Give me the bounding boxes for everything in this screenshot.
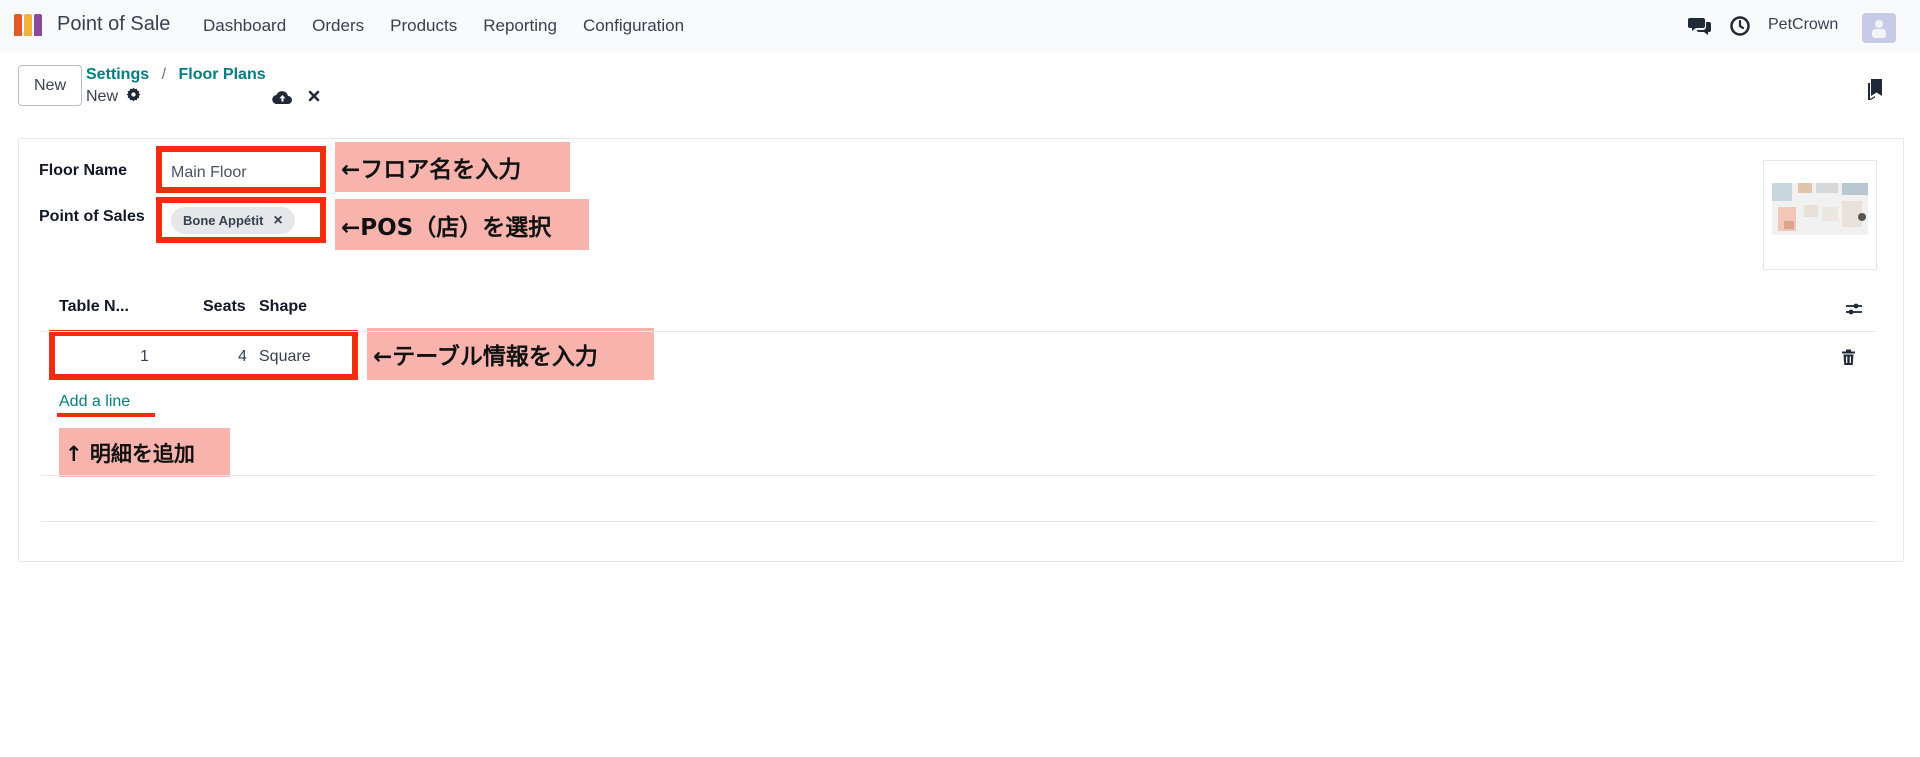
chat-icon[interactable] bbox=[1688, 15, 1712, 42]
annotation-box-table-row bbox=[49, 330, 358, 380]
breadcrumb-floor-plans[interactable]: Floor Plans bbox=[178, 66, 265, 83]
close-icon[interactable] bbox=[307, 89, 321, 108]
menu-configuration[interactable]: Configuration bbox=[583, 16, 684, 36]
floor-plan-image[interactable] bbox=[1763, 160, 1877, 270]
top-navbar: Point of Sale Dashboard Orders Products … bbox=[0, 0, 1920, 52]
cloud-upload-icon[interactable] bbox=[272, 89, 293, 110]
annotation-table-info: ←テーブル情報を入力 bbox=[367, 328, 654, 380]
breadcrumb-separator: / bbox=[161, 66, 167, 83]
column-settings-icon[interactable] bbox=[1845, 301, 1863, 322]
annotation-floor-name: ←フロア名を入力 bbox=[335, 142, 570, 192]
new-button[interactable]: New bbox=[18, 65, 82, 106]
bookmark-icon[interactable] bbox=[1866, 78, 1884, 105]
table-number-cell[interactable]: 1 bbox=[140, 348, 149, 366]
annotation-add-line: ↑ 明細を追加 bbox=[59, 428, 230, 477]
breadcrumb: Settings / Floor Plans bbox=[86, 66, 266, 84]
menu-dashboard[interactable]: Dashboard bbox=[203, 16, 286, 36]
annotation-underline-add-line bbox=[57, 413, 155, 417]
clock-icon[interactable] bbox=[1729, 15, 1751, 42]
trash-icon[interactable] bbox=[1841, 349, 1856, 371]
main-menu: Dashboard Orders Products Reporting Conf… bbox=[203, 16, 710, 36]
annotation-box-pos bbox=[156, 197, 326, 243]
record-title-text: New bbox=[86, 88, 119, 105]
list-footer-divider bbox=[41, 475, 1875, 476]
annotation-box-floor-name bbox=[156, 146, 326, 193]
pos-label: Point of Sales bbox=[39, 208, 145, 225]
menu-reporting[interactable]: Reporting bbox=[483, 16, 557, 36]
gear-icon[interactable] bbox=[126, 87, 141, 107]
breadcrumb-settings[interactable]: Settings bbox=[86, 66, 149, 83]
app-name[interactable]: Point of Sale bbox=[57, 13, 170, 36]
column-header-table-number[interactable]: Table N... bbox=[59, 298, 129, 316]
record-title: New bbox=[86, 87, 141, 107]
pos-app-logo[interactable] bbox=[14, 14, 42, 36]
menu-products[interactable]: Products bbox=[390, 16, 457, 36]
floor-name-label: Floor Name bbox=[39, 162, 128, 179]
list-header-divider bbox=[41, 331, 1875, 332]
user-avatar[interactable] bbox=[1862, 13, 1896, 43]
column-header-seats[interactable]: Seats bbox=[203, 298, 246, 316]
annotation-pos: ←POS（店）を選択 bbox=[335, 199, 589, 250]
shape-cell[interactable]: Square bbox=[259, 348, 311, 366]
column-header-shape[interactable]: Shape bbox=[259, 298, 307, 316]
list-bottom-divider bbox=[41, 521, 1875, 522]
menu-orders[interactable]: Orders bbox=[312, 16, 364, 36]
add-a-line-link[interactable]: Add a line bbox=[59, 393, 130, 411]
seats-cell[interactable]: 4 bbox=[238, 348, 247, 366]
company-name[interactable]: PetCrown bbox=[1768, 16, 1838, 34]
